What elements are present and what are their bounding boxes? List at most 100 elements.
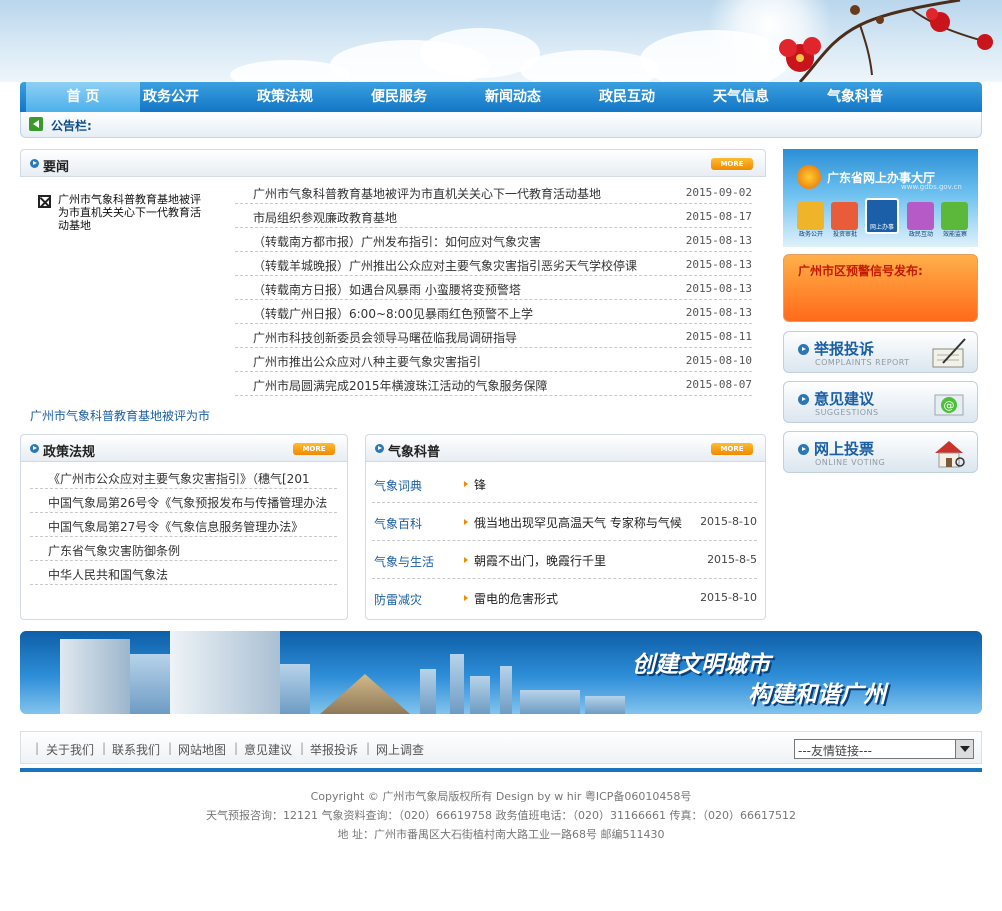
science-category-link[interactable]: 气象百科 (374, 515, 422, 532)
news-item-date: 2015-08-13 (685, 258, 752, 271)
service-hall-url: www.gdbs.gov.cn (901, 183, 962, 191)
policy-more-button[interactable]: MORE (293, 443, 335, 455)
building-decoration (450, 654, 464, 714)
policy-item-title[interactable]: 中华人民共和国气象法 (48, 566, 168, 583)
news-item-date: 2015-08-13 (685, 306, 752, 319)
investment-icon[interactable]: 投资审批 (831, 202, 858, 238)
policy-item[interactable]: 广东省气象灾害防御条例 (30, 537, 337, 561)
news-item[interactable]: （转载南方都市报）广州发布指引：如何应对气象灾害 2015-08-13 (235, 228, 752, 252)
supervision-icon[interactable]: 效能监察 (941, 202, 968, 238)
news-item[interactable]: 广州市科技创新委员会领导马曙莅临我局调研指导 2015-08-11 (235, 324, 752, 348)
hall-icon-label: 政务公开 (798, 231, 823, 238)
warning-signal-panel[interactable]: 广州市区预警信号发布: (783, 254, 978, 322)
news-item[interactable]: 广州市局圆满完成2015年横渡珠江活动的气象服务保障 2015-08-07 (235, 372, 752, 396)
news-item[interactable]: （转载广州日报）6:00~8:00见暴雨红色预警不上学 2015-08-13 (235, 300, 752, 324)
gov-affairs-icon[interactable]: 政务公开 (797, 202, 824, 238)
footer-link-complaints[interactable]: 举报投诉 (310, 741, 358, 758)
science-category-link[interactable]: 气象与生活 (374, 553, 434, 570)
nav-item-news[interactable]: 新闻动态 (456, 82, 570, 112)
science-item[interactable]: 防雷减灾 雷电的危害形式 2015-8-10 (372, 579, 757, 617)
news-item[interactable]: 广州市气象科普教育基地被评为市直机关关心下一代教育活动基地 2015-09-02 (235, 180, 752, 204)
online-voting-button[interactable]: 网上投票 ONLINE VOTING (783, 431, 978, 473)
footer-link-sitemap[interactable]: 网站地图 (178, 741, 226, 758)
voting-subtitle: ONLINE VOTING (815, 458, 886, 467)
news-item-title[interactable]: 广州市推出公众应对八种主要气象灾害指引 (253, 353, 481, 370)
arrow-bullet-icon (30, 159, 39, 168)
divider: | (366, 741, 371, 755)
news-item-title[interactable]: 广州市局圆满完成2015年横渡珠江活动的气象服务保障 (253, 377, 548, 394)
nav-item-interaction[interactable]: 政民互动 (570, 82, 684, 112)
policy-item[interactable]: 《广州市公众应对主要气象灾害指引》（穗气[201 (30, 465, 337, 489)
online-office-icon[interactable]: 网上办事 (865, 198, 899, 234)
news-item-title[interactable]: 市局组织参观廉政教育基地 (253, 209, 397, 226)
friend-links-selected: ---友情链接--- (798, 744, 872, 758)
divider: | (234, 741, 239, 755)
complaints-report-button[interactable]: 举报投诉 COMPLAINTS REPORT (783, 331, 978, 373)
science-item[interactable]: 气象百科 俄当地出现罕见高温天气 专家称与气候 2015-8-10 (372, 503, 757, 541)
news-item-title[interactable]: （转载南方日报）如遇台风暴雨 小蛮腰将变预警塔 (253, 281, 521, 298)
svg-text:@: @ (944, 399, 955, 412)
voting-title: 网上投票 (814, 440, 875, 458)
nav-item-science[interactable]: 气象科普 (798, 82, 912, 112)
news-item-title[interactable]: （转载羊城晚报）广州推出公众应对主要气象灾害指引恶劣天气学校停课 (253, 257, 637, 274)
science-more-button[interactable]: MORE (711, 443, 753, 455)
news-item[interactable]: 广州市推出公众应对八种主要气象灾害指引 2015-08-10 (235, 348, 752, 372)
footer-link-survey[interactable]: 网上调查 (376, 741, 424, 758)
science-item[interactable]: 气象与生活 朝霞不出门，晚霞行千里 2015-8-5 (372, 541, 757, 579)
footer-link-contact[interactable]: 联系我们 (112, 741, 160, 758)
news-panel-header: 要闻 MORE (20, 149, 766, 177)
policy-item-title[interactable]: 中国气象局第26号令《气象预报发布与传播管理办法 (48, 494, 327, 511)
policy-item[interactable]: 中国气象局第27号令《气象信息服务管理办法》 (30, 513, 337, 537)
building-decoration (130, 654, 170, 714)
cloud-decoration (520, 50, 660, 82)
building-decoration (470, 676, 490, 714)
news-item-date: 2015-08-10 (685, 354, 752, 367)
footer-link-about[interactable]: 关于我们 (46, 741, 94, 758)
policy-item-title[interactable]: 《广州市公众应对主要气象灾害指引》（穗气[201 (48, 470, 310, 487)
friend-links-select[interactable]: ---友情链接--- (794, 739, 974, 759)
policy-item-title[interactable]: 广东省气象灾害防御条例 (48, 542, 180, 559)
nav-item-public-services[interactable]: 便民服务 (342, 82, 456, 112)
science-item-title[interactable]: 锋 (474, 476, 486, 493)
news-item-date: 2015-08-11 (685, 330, 752, 343)
footer-links-bar: | 关于我们 | 联系我们 | 网站地图 | 意见建议 | 举报投诉 | 网上调… (20, 731, 982, 764)
science-panel-title: 气象科普 (388, 445, 441, 460)
arrow-bullet-icon (798, 344, 809, 355)
complaints-title: 举报投诉 (814, 340, 875, 358)
science-item-title[interactable]: 雷电的危害形式 (474, 590, 558, 607)
cloud-decoration (230, 60, 350, 82)
news-feature-caption[interactable]: 广州市气象科普教育基地被评为市直机关关心下一代教育活动基地 (58, 193, 208, 232)
arrow-bullet-icon (375, 444, 384, 453)
building-decoration (500, 666, 512, 714)
footer-link-suggestions[interactable]: 意见建议 (244, 741, 292, 758)
interaction-icon[interactable]: 政民互动 (907, 202, 934, 238)
science-category-link[interactable]: 防雷减灾 (374, 591, 422, 608)
suggestions-button[interactable]: 意见建议 SUGGESTIONS @ (783, 381, 978, 423)
news-more-button[interactable]: MORE (711, 158, 753, 170)
news-item-title[interactable]: 广州市气象科普教育基地被评为市直机关关心下一代教育活动基地 (253, 185, 601, 202)
science-item-title[interactable]: 俄当地出现罕见高温天气 专家称与气候 (474, 514, 682, 531)
news-item[interactable]: 市局组织参观廉政教育基地 2015-08-17 (235, 204, 752, 228)
science-item[interactable]: 气象词典 锋 (372, 465, 757, 503)
broken-image-icon (38, 195, 51, 208)
news-item[interactable]: （转载羊城晚报）广州推出公众应对主要气象灾害指引恶劣天气学校停课 2015-08-… (235, 252, 752, 276)
news-marquee-link[interactable]: 广州市气象科普教育基地被评为市 (30, 407, 210, 424)
science-category-link[interactable]: 气象词典 (374, 477, 422, 494)
nav-item-weather[interactable]: 天气信息 (684, 82, 798, 112)
building-decoration (520, 690, 580, 714)
chevron-down-icon[interactable] (955, 740, 973, 758)
building-decoration (420, 669, 436, 714)
policy-panel-title: 政策法规 (43, 445, 96, 460)
policy-item-title[interactable]: 中国气象局第27号令《气象信息服务管理办法》 (48, 518, 303, 535)
news-item[interactable]: （转载南方日报）如遇台风暴雨 小蛮腰将变预警塔 2015-08-13 (235, 276, 752, 300)
science-item-title[interactable]: 朝霞不出门，晚霞行千里 (474, 552, 606, 569)
policy-item[interactable]: 中国气象局第26号令《气象预报发布与传播管理办法 (30, 489, 337, 513)
news-item-title[interactable]: （转载南方都市报）广州发布指引：如何应对气象灾害 (253, 233, 541, 250)
news-item-title[interactable]: 广州市科技创新委员会领导马曙莅临我局调研指导 (253, 329, 517, 346)
arrow-bullet-icon (30, 444, 39, 453)
nav-item-government-affairs[interactable]: 政务公开 (114, 82, 228, 112)
news-item-title[interactable]: （转载广州日报）6:00~8:00见暴雨红色预警不上学 (253, 305, 533, 322)
online-service-hall-banner[interactable]: 广东省网上办事大厅 www.gdbs.gov.cn 政务公开 投资审批 网上办事… (783, 149, 978, 247)
policy-item[interactable]: 中华人民共和国气象法 (30, 561, 337, 585)
nav-item-policies[interactable]: 政策法规 (228, 82, 342, 112)
